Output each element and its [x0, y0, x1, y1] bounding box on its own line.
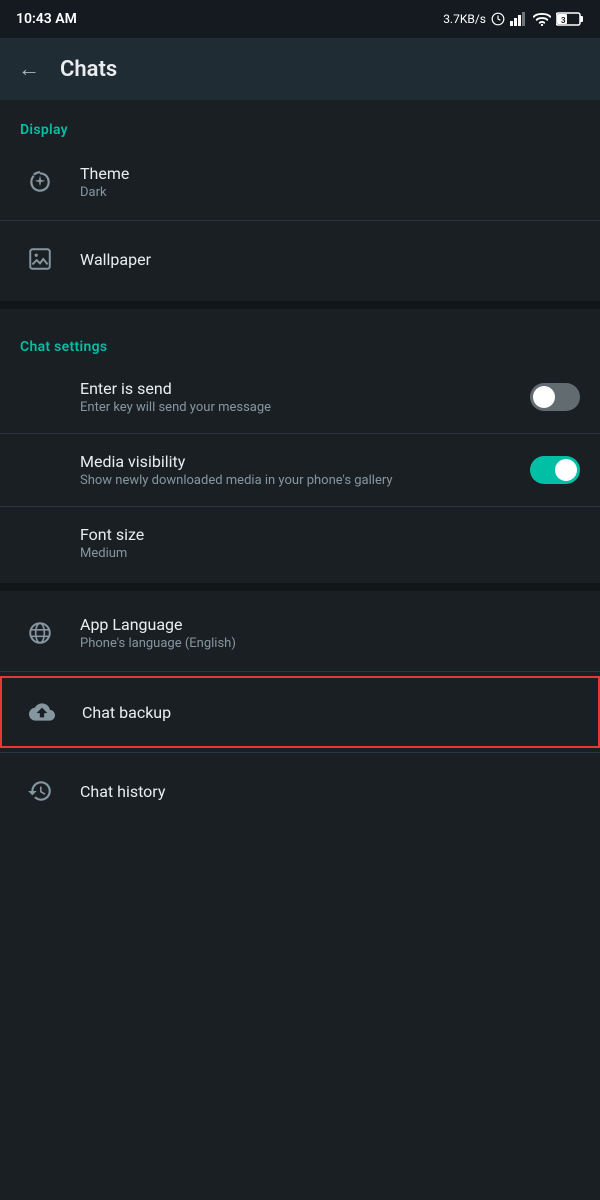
theme-subtitle: Dark: [80, 185, 580, 200]
chat-backup-item[interactable]: Chat backup: [0, 676, 600, 748]
divider-media-font: [0, 506, 600, 507]
theme-title: Theme: [80, 164, 580, 183]
display-section: Display Theme Dark Wallpaper: [0, 100, 600, 293]
media-visibility-text: Media visibility Show newly downloaded m…: [80, 452, 530, 488]
back-button[interactable]: ←: [18, 56, 40, 82]
media-visibility-item[interactable]: Media visibility Show newly downloaded m…: [0, 438, 600, 502]
header: ← Chats: [0, 38, 600, 100]
chat-history-item[interactable]: Chat history: [0, 757, 600, 825]
status-time: 10:43 AM: [16, 11, 77, 27]
chat-backup-text: Chat backup: [82, 703, 578, 722]
wifi-icon: [533, 12, 551, 26]
divider-theme-wallpaper: [0, 220, 600, 221]
divider-lang-backup: [0, 671, 600, 672]
enter-is-send-title: Enter is send: [80, 379, 530, 398]
enter-is-send-text: Enter is send Enter key will send your m…: [80, 379, 530, 415]
font-size-item[interactable]: Font size Medium: [0, 511, 600, 575]
app-language-text: App Language Phone's language (English): [80, 615, 580, 651]
speed-indicator: 3.7KB/s: [443, 12, 486, 26]
font-size-subtitle: Medium: [80, 546, 580, 561]
chat-history-title: Chat history: [80, 782, 580, 801]
status-icons: 3.7KB/s 3: [443, 12, 584, 26]
theme-item[interactable]: Theme Dark: [0, 148, 600, 216]
display-section-label: Display: [0, 100, 600, 148]
chat-settings-section: Chat settings Enter is send Enter key wi…: [0, 317, 600, 575]
clock-icon: [491, 12, 505, 26]
chat-backup-title: Chat backup: [82, 703, 578, 722]
history-icon: [20, 771, 60, 811]
section-divider-2: [0, 583, 600, 591]
chat-history-text: Chat history: [80, 782, 580, 801]
enter-is-send-subtitle: Enter key will send your message: [80, 400, 530, 415]
divider-enter-media: [0, 433, 600, 434]
wallpaper-item[interactable]: Wallpaper: [0, 225, 600, 293]
app-language-subtitle: Phone's language (English): [80, 636, 580, 651]
font-size-title: Font size: [80, 525, 580, 544]
font-size-text: Font size Medium: [80, 525, 580, 561]
media-visibility-title: Media visibility: [80, 452, 530, 471]
app-language-item[interactable]: App Language Phone's language (English): [0, 599, 600, 667]
battery-icon: 3: [556, 12, 584, 26]
wallpaper-title: Wallpaper: [80, 250, 580, 269]
theme-icon: [20, 162, 60, 202]
chat-settings-section-label: Chat settings: [0, 317, 600, 365]
divider-backup-history: [0, 752, 600, 753]
enter-is-send-item[interactable]: Enter is send Enter key will send your m…: [0, 365, 600, 429]
svg-text:3: 3: [561, 16, 566, 25]
status-bar: 10:43 AM 3.7KB/s 3: [0, 0, 600, 38]
media-visibility-toggle[interactable]: [530, 456, 580, 484]
cloud-upload-icon: [22, 692, 62, 732]
app-language-title: App Language: [80, 615, 580, 634]
page-title: Chats: [60, 57, 117, 82]
media-visibility-subtitle: Show newly downloaded media in your phon…: [80, 473, 530, 488]
signal-icon: [510, 12, 528, 26]
section-divider-1: [0, 301, 600, 309]
globe-icon: [20, 613, 60, 653]
theme-text: Theme Dark: [80, 164, 580, 200]
content: Display Theme Dark Wallpaper Chat settin…: [0, 100, 600, 825]
enter-is-send-toggle[interactable]: [530, 383, 580, 411]
wallpaper-icon: [20, 239, 60, 279]
wallpaper-text: Wallpaper: [80, 250, 580, 269]
